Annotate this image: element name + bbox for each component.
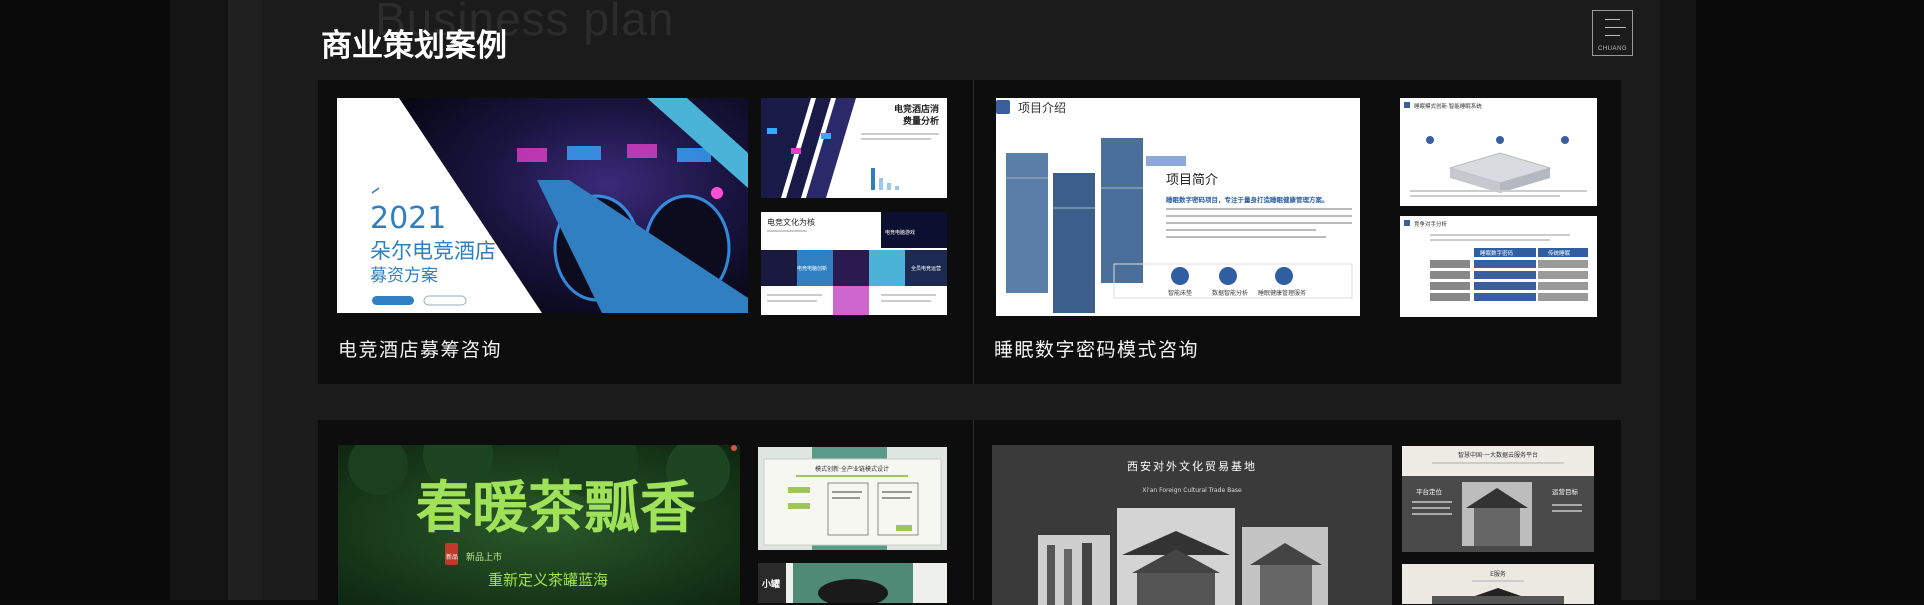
xian-side-top[interactable]: 智慧中国·一大数据云服务平台 平台定位 运营目标 bbox=[1402, 446, 1594, 552]
esports-year: 2021 bbox=[370, 201, 446, 236]
xian-subtitle: Xi'an Foreign Cultural Trade Base bbox=[1142, 487, 1242, 494]
esports-sub: 募资方案 bbox=[370, 266, 438, 286]
case-card-xian[interactable]: 西安对外文化贸易基地 Xi'an Foreign Cultural Trade … bbox=[974, 420, 1621, 605]
tea-slogan: 重新定义茶罐蓝海 bbox=[488, 571, 608, 589]
esports-name: 朵尔电竞酒店 bbox=[370, 239, 496, 263]
xian-side-top-title: 智慧中国·一大数据云服务平台 bbox=[1458, 451, 1538, 459]
svg-text:运营目标: 运营目标 bbox=[1552, 487, 1579, 496]
sleep-icon3: 睡眠健康管理服务 bbox=[1258, 289, 1306, 297]
left-margin bbox=[0, 0, 170, 600]
tea-side-top[interactable]: 模式创新·全产业链模式设计 bbox=[758, 447, 947, 550]
esports-main-slide[interactable]: 2021 朵尔电竞酒店 募资方案 bbox=[337, 98, 748, 313]
tea-tag: 新品上市 bbox=[466, 551, 502, 563]
sleep-side-bottom[interactable]: 竞争对手分析 睡眠数字密码 传统睡眠 bbox=[1400, 216, 1597, 317]
sleep-tagline: 睡眠数字密码项目，专注于量身打造睡眠健康管理方案。 bbox=[1166, 195, 1329, 204]
case-title-esports: 电竞酒店募筹咨询 bbox=[338, 339, 503, 361]
left-gutter bbox=[170, 0, 228, 600]
xian-main-slide[interactable]: 西安对外文化贸易基地 Xi'an Foreign Cultural Trade … bbox=[992, 445, 1392, 605]
xian-side-bottom-title: E服务 bbox=[1490, 570, 1506, 578]
xian-side-bottom[interactable]: E服务 bbox=[1402, 564, 1594, 604]
logo-text: CHUANG bbox=[1597, 46, 1627, 52]
svg-text:传统睡眠: 传统睡眠 bbox=[1548, 249, 1571, 257]
svg-text:新品: 新品 bbox=[446, 553, 458, 561]
case-title-sleep: 睡眠数字密码模式咨询 bbox=[994, 339, 1200, 361]
svg-text:全员电竞运营: 全员电竞运营 bbox=[911, 265, 941, 272]
sleep-icon1: 智能床垫 bbox=[1168, 289, 1192, 297]
tea-main-slide[interactable]: 春暖茶瓢香 新品 新品上市 重新定义茶罐蓝海 bbox=[338, 445, 740, 605]
sleep-side-top[interactable]: 睡眠模式创新·智能睡眠系统 bbox=[1400, 98, 1597, 206]
page-title: 商业策划案例 bbox=[321, 28, 507, 64]
chuang-logo[interactable]: CHUANG bbox=[1592, 10, 1633, 56]
tea-brand: 春暖茶瓢香 bbox=[416, 476, 696, 541]
esports-side-bottom-title: 电竞文化为核 bbox=[767, 217, 815, 227]
svg-text:电竞电脑创新: 电竞电脑创新 bbox=[797, 265, 827, 272]
right-margin bbox=[1696, 0, 1924, 600]
svg-text:平台定位: 平台定位 bbox=[1416, 487, 1443, 496]
sleep-main-slide[interactable]: 项目介绍 项目简介 睡眠数字密码项目，专注于量身打造睡眠健康管理方案。 智能床垫… bbox=[996, 98, 1360, 316]
sleep-section: 项目介绍 bbox=[1018, 101, 1066, 115]
case-card-esports[interactable]: 2021 朵尔电竞酒店 募资方案 电竞酒店消 费量分析 电竞文化为核 电竞电脑创… bbox=[318, 80, 973, 384]
sleep-icon2: 数据智能分析 bbox=[1212, 289, 1248, 297]
svg-text:费量分析: 费量分析 bbox=[903, 115, 939, 127]
sleep-side-top-title: 睡眠模式创新·智能睡眠系统 bbox=[1414, 102, 1482, 110]
xian-title: 西安对外文化贸易基地 bbox=[1127, 459, 1257, 473]
tea-side-top-title: 模式创新·全产业链模式设计 bbox=[815, 465, 889, 473]
tea-side-bottom-title: 小罐 bbox=[761, 578, 780, 590]
sleep-side-bottom-title: 竞争对手分析 bbox=[1414, 220, 1448, 228]
svg-text:电竞电脑游戏: 电竞电脑游戏 bbox=[885, 229, 915, 236]
tea-side-bottom[interactable]: 小罐 bbox=[758, 563, 947, 603]
case-card-sleep[interactable]: 项目介绍 项目简介 睡眠数字密码项目，专注于量身打造睡眠健康管理方案。 智能床垫… bbox=[974, 80, 1621, 384]
esports-side-top-title: 电竞酒店消 bbox=[894, 103, 939, 115]
svg-text:睡眠数字密码: 睡眠数字密码 bbox=[1480, 249, 1514, 257]
esports-side-bottom[interactable]: 电竞文化为核 电竞电脑创新 全员电竞运营 电竞电脑游戏 bbox=[761, 212, 947, 315]
esports-side-top[interactable]: 电竞酒店消 费量分析 bbox=[761, 98, 947, 198]
sleep-heading: 项目简介 bbox=[1166, 172, 1218, 188]
case-card-tea[interactable]: 春暖茶瓢香 新品 新品上市 重新定义茶罐蓝海 模式创新·全产业链模式设计 小罐 bbox=[318, 420, 973, 605]
